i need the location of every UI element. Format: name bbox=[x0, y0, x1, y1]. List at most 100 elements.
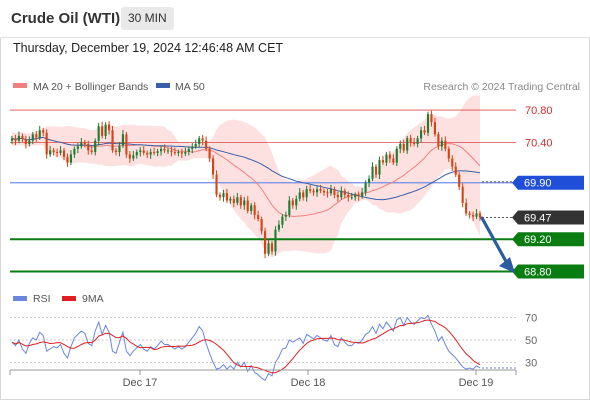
candle-body bbox=[329, 189, 333, 194]
candle-body bbox=[128, 154, 131, 159]
candle-body bbox=[433, 122, 437, 135]
candle-body bbox=[80, 142, 83, 147]
candle-body bbox=[350, 197, 353, 199]
rsi-tick-30: 30 bbox=[525, 357, 537, 369]
candle-body bbox=[367, 178, 371, 183]
candle-body bbox=[284, 215, 287, 217]
candle bbox=[274, 226, 277, 256]
candle-body bbox=[440, 140, 443, 147]
candle-body bbox=[388, 154, 391, 159]
candle-body bbox=[381, 160, 385, 163]
candle-body bbox=[250, 205, 253, 211]
candle-body bbox=[378, 160, 381, 175]
candle-body bbox=[336, 194, 339, 198]
ma50-legend-swatch bbox=[156, 83, 170, 88]
candle-body bbox=[177, 152, 180, 154]
candle-body bbox=[385, 154, 388, 163]
candle-body bbox=[208, 148, 211, 159]
candle-body bbox=[184, 152, 187, 154]
candle-body bbox=[392, 158, 395, 163]
candle-body bbox=[270, 243, 274, 252]
candle bbox=[461, 183, 464, 208]
candle-body bbox=[170, 150, 173, 153]
candle-body bbox=[118, 145, 121, 153]
candle-body bbox=[187, 148, 190, 153]
resistance-label-70.80: 70.80 bbox=[525, 105, 553, 117]
candle-body bbox=[66, 156, 69, 163]
candle-body bbox=[326, 192, 329, 194]
candle-body bbox=[468, 213, 471, 216]
candle-body bbox=[423, 130, 426, 133]
candle-body bbox=[83, 142, 86, 144]
candle-body bbox=[69, 154, 73, 163]
ma9-legend-swatch bbox=[62, 296, 76, 301]
candle-body bbox=[218, 194, 222, 198]
candle-body bbox=[263, 231, 267, 254]
candle-body bbox=[28, 140, 31, 144]
candle-body bbox=[62, 150, 66, 157]
candle-body bbox=[461, 186, 464, 203]
candle-body bbox=[142, 150, 145, 153]
candle-body bbox=[132, 155, 135, 159]
rsi-legend-label: RSI bbox=[33, 293, 51, 305]
candle-body bbox=[205, 140, 208, 149]
candle-body bbox=[111, 130, 114, 151]
candle-body bbox=[253, 205, 256, 216]
candle-body bbox=[471, 215, 475, 217]
candle-body bbox=[104, 124, 107, 136]
candle-body bbox=[201, 138, 204, 141]
rsi-ma9-line bbox=[11, 319, 481, 374]
candle-body bbox=[343, 190, 346, 195]
candle-body bbox=[458, 174, 461, 187]
candle-body bbox=[295, 198, 298, 206]
candle-body bbox=[298, 192, 301, 199]
candle-body bbox=[274, 229, 277, 252]
candle-body bbox=[478, 213, 482, 218]
candle-body bbox=[94, 140, 97, 153]
candle-body bbox=[281, 216, 284, 225]
bollinger-band bbox=[12, 95, 480, 258]
last-price-label: 69.47 bbox=[524, 212, 552, 224]
candle-body bbox=[55, 152, 59, 154]
level-labels: 70.80 70.40 69.90 69.47 69.20 68.80 bbox=[512, 105, 584, 279]
candle bbox=[125, 131, 128, 158]
candle-body bbox=[395, 148, 398, 163]
candle-body bbox=[35, 134, 38, 138]
candle bbox=[45, 129, 48, 159]
rsi-legend-swatch bbox=[13, 296, 27, 301]
candle-body bbox=[76, 146, 79, 149]
x-axis-label: Dec 19 bbox=[459, 377, 494, 389]
ma9-legend-label: 9MA bbox=[82, 293, 104, 305]
candle-body bbox=[14, 138, 17, 141]
candle bbox=[211, 155, 215, 180]
candle-body bbox=[347, 194, 350, 198]
candle-body bbox=[426, 114, 430, 133]
candle-body bbox=[90, 150, 93, 153]
candle-body bbox=[419, 130, 423, 139]
price-chart[interactable]: MA 20 + Bollinger Bands MA 50 Research ©… bbox=[0, 0, 590, 400]
candle-body bbox=[125, 134, 128, 155]
candle-body bbox=[166, 150, 170, 152]
candle-body bbox=[59, 150, 62, 153]
candle-body bbox=[437, 134, 440, 147]
candle-body bbox=[42, 130, 45, 133]
candle-body bbox=[454, 166, 457, 175]
candle-body bbox=[322, 190, 326, 193]
candle-body bbox=[409, 138, 412, 143]
candle-body bbox=[52, 150, 55, 153]
candle-body bbox=[159, 148, 163, 152]
ma20-legend-label: MA 20 + Bollinger Bands bbox=[33, 81, 148, 93]
support-label-69.20: 69.20 bbox=[524, 234, 552, 246]
candle-body bbox=[232, 198, 235, 203]
candle-body bbox=[357, 194, 360, 197]
candle-body bbox=[146, 152, 149, 155]
candle bbox=[371, 162, 374, 182]
ma20-legend-swatch bbox=[13, 83, 27, 88]
ma50-legend-label: MA 50 bbox=[175, 81, 205, 93]
candle-body bbox=[101, 126, 104, 136]
candle-body bbox=[17, 135, 21, 141]
candle-body bbox=[38, 130, 41, 138]
candle-body bbox=[198, 138, 201, 144]
candle-body bbox=[312, 190, 315, 193]
rsi-tick-50: 50 bbox=[525, 335, 537, 347]
